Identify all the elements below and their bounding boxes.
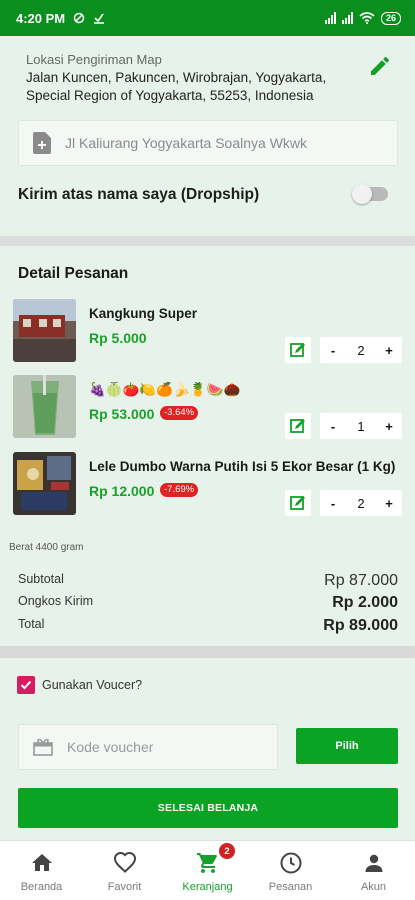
total-value: Rp 89.000 bbox=[323, 617, 398, 634]
product-image[interactable] bbox=[13, 299, 76, 362]
voucher-section: Gunakan Voucer? Kode voucher Pilih SELES… bbox=[0, 658, 415, 840]
qty-plus-button[interactable]: + bbox=[376, 496, 402, 511]
dropship-label: Kirim atas nama saya (Dropship) bbox=[18, 186, 260, 203]
address-label: Lokasi Pengiriman Map bbox=[26, 52, 162, 67]
product-image[interactable] bbox=[13, 375, 76, 438]
discount-badge: -7.69% bbox=[160, 483, 199, 497]
download-icon bbox=[94, 13, 105, 24]
cart-item: 🍇🍈🍅🍋🍊🍌🍍🍉🌰 Rp 53.000 -3.64% - 1 + bbox=[0, 375, 415, 441]
qty-plus-button[interactable]: + bbox=[376, 343, 402, 358]
section-divider bbox=[0, 646, 415, 658]
total-label: Total bbox=[18, 617, 45, 631]
add-note-icon bbox=[33, 132, 51, 154]
toggle-knob bbox=[352, 184, 372, 204]
quantity-stepper: - 2 + bbox=[320, 337, 402, 363]
cart-item: Kangkung Super Rp 5.000 - 2 + bbox=[0, 299, 415, 365]
quantity-stepper: - 1 + bbox=[320, 413, 402, 439]
section-divider bbox=[0, 236, 415, 246]
qty-value: 1 bbox=[357, 418, 365, 434]
address-note-value: Jl Kaliurang Yogyakarta Soalnya Wkwk bbox=[65, 135, 308, 151]
product-name: Kangkung Super bbox=[89, 306, 198, 321]
shipping-value: Rp 2.000 bbox=[332, 594, 398, 611]
home-icon bbox=[31, 854, 52, 871]
nav-label: Favorit bbox=[107, 881, 142, 893]
subtotal-label: Subtotal bbox=[18, 572, 64, 586]
data-saver-icon bbox=[73, 12, 85, 24]
address-text: Jalan Kuncen, Pakuncen, Wirobrajan, Yogy… bbox=[26, 70, 327, 103]
voucher-checkbox[interactable] bbox=[17, 676, 35, 694]
shipping-label: Ongkos Kirim bbox=[18, 594, 94, 608]
battery-icon: 26 bbox=[380, 11, 401, 25]
nav-label: Beranda bbox=[20, 881, 63, 893]
signal-icon-2 bbox=[341, 12, 353, 24]
qty-minus-button[interactable]: - bbox=[320, 496, 346, 511]
nav-label: Keranjang bbox=[182, 881, 233, 893]
cart-item: Lele Dumbo Warna Putih Isi 5 Ekor Besar … bbox=[0, 452, 415, 518]
cart-icon bbox=[196, 853, 217, 873]
apply-voucher-button[interactable]: Pilih bbox=[296, 728, 398, 764]
edit-note-icon bbox=[290, 496, 305, 510]
qty-value: 2 bbox=[357, 495, 365, 511]
nav-item-akun[interactable]: Akun bbox=[332, 841, 415, 900]
shipping-row: Ongkos Kirim Rp 2.000 bbox=[18, 594, 398, 612]
status-time: 4:20 PM bbox=[16, 10, 66, 26]
voucher-checkbox-label: Gunakan Voucer? bbox=[42, 678, 143, 692]
total-row: Total Rp 89.000 bbox=[18, 617, 398, 635]
nav-item-keranjang[interactable]: 2 Keranjang bbox=[166, 841, 249, 900]
total-weight: Berat 4400 gram bbox=[9, 542, 84, 553]
product-price: Rp 5.000 bbox=[89, 330, 147, 346]
voucher-icon bbox=[33, 738, 53, 756]
person-icon bbox=[365, 854, 382, 872]
voucher-code-input[interactable]: Kode voucher bbox=[18, 724, 278, 770]
qty-minus-button[interactable]: - bbox=[320, 343, 346, 358]
cart-count-badge: 2 bbox=[219, 843, 235, 859]
subtotal-row: Subtotal Rp 87.000 bbox=[18, 572, 398, 590]
qty-minus-button[interactable]: - bbox=[320, 419, 346, 434]
address-section: Lokasi Pengiriman Map Jalan Kuncen, Paku… bbox=[0, 36, 415, 236]
qty-plus-button[interactable]: + bbox=[376, 419, 402, 434]
item-note-button[interactable] bbox=[285, 337, 311, 363]
product-price: Rp 12.000 bbox=[89, 483, 155, 499]
nav-item-favorit[interactable]: Favorit bbox=[83, 841, 166, 900]
voucher-placeholder: Kode voucher bbox=[67, 739, 154, 755]
check-icon bbox=[20, 680, 32, 690]
nav-label: Pesanan bbox=[268, 881, 313, 893]
product-image[interactable] bbox=[13, 452, 76, 515]
item-note-button[interactable] bbox=[285, 490, 311, 516]
nav-label: Akun bbox=[360, 881, 387, 893]
discount-badge: -3.64% bbox=[160, 406, 199, 420]
status-bar: 4:20 PM 26 bbox=[0, 0, 415, 36]
order-detail-section: Detail Pesanan Kangkung Super Rp 5.000 -… bbox=[0, 246, 415, 646]
edit-note-icon bbox=[290, 343, 305, 357]
product-price: Rp 53.000 bbox=[89, 406, 155, 422]
order-detail-title: Detail Pesanan bbox=[18, 265, 129, 282]
wifi-icon bbox=[359, 12, 375, 24]
dropship-toggle[interactable] bbox=[352, 184, 388, 204]
finish-shopping-button[interactable]: SELESAI BELANJA bbox=[18, 788, 398, 828]
address-note-field[interactable]: Jl Kaliurang Yogyakarta Soalnya Wkwk bbox=[18, 120, 398, 166]
quantity-stepper: - 2 + bbox=[320, 490, 402, 516]
bottom-nav: Beranda Favorit 2 Keranjang Pesanan Akun bbox=[0, 840, 415, 900]
signal-icon bbox=[324, 12, 336, 24]
nav-item-beranda[interactable]: Beranda bbox=[0, 841, 83, 900]
nav-item-pesanan[interactable]: Pesanan bbox=[249, 841, 332, 900]
product-name: 🍇🍈🍅🍋🍊🍌🍍🍉🌰 bbox=[89, 382, 241, 397]
item-note-button[interactable] bbox=[285, 413, 311, 439]
edit-address-icon[interactable] bbox=[368, 54, 392, 78]
edit-note-icon bbox=[290, 419, 305, 433]
heart-icon bbox=[113, 851, 136, 873]
subtotal-value: Rp 87.000 bbox=[324, 572, 398, 589]
product-name: Lele Dumbo Warna Putih Isi 5 Ekor Besar … bbox=[89, 459, 396, 474]
qty-value: 2 bbox=[357, 342, 365, 358]
clock-icon bbox=[280, 852, 301, 874]
